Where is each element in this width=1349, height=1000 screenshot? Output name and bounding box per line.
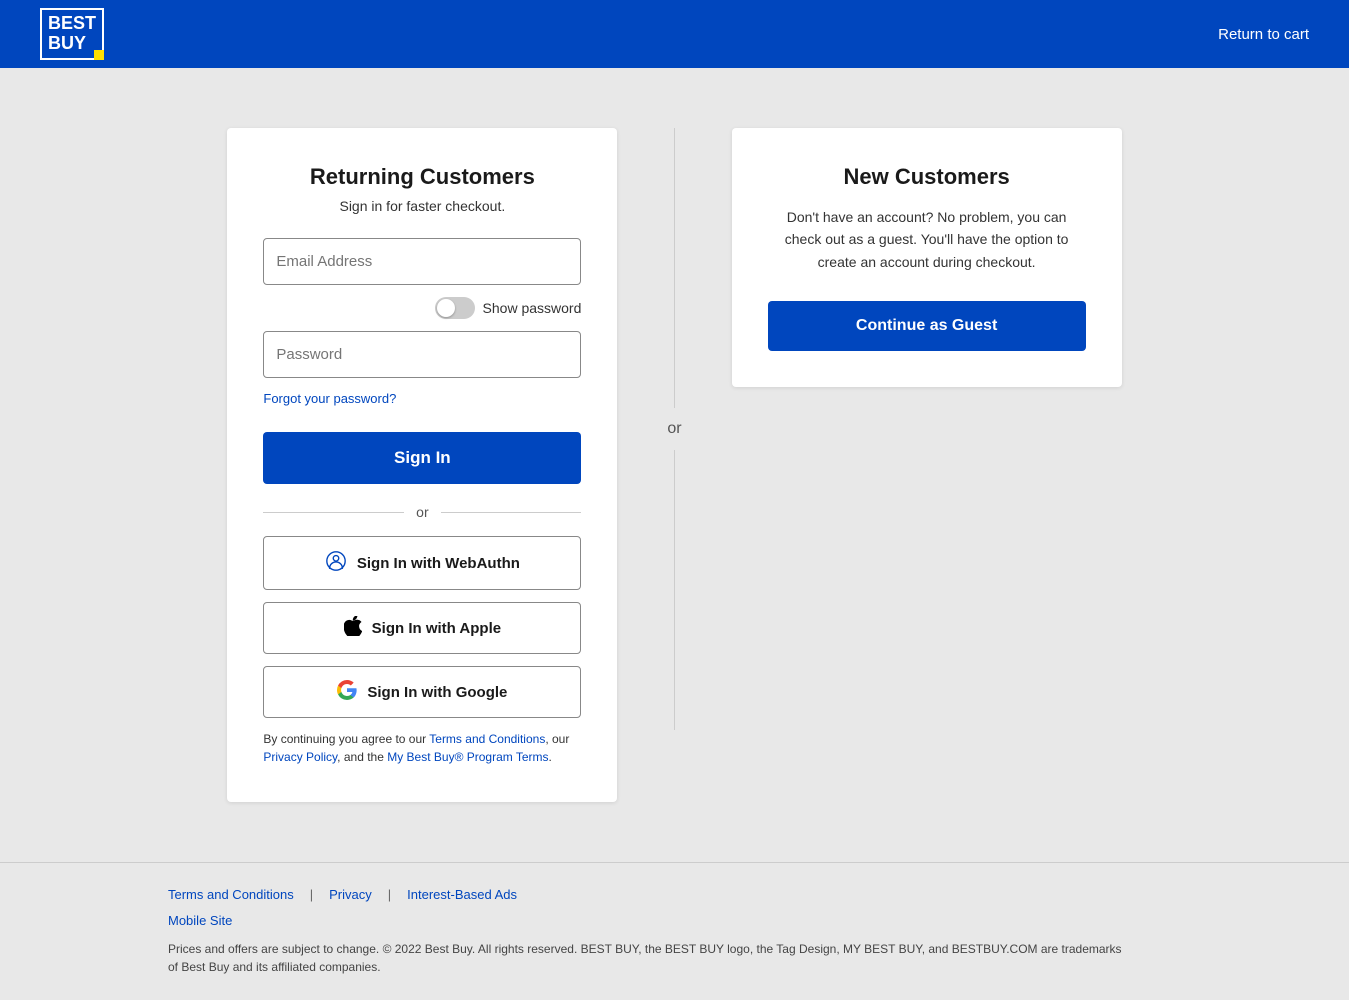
google-icon xyxy=(337,680,357,704)
footer-terms-link[interactable]: Terms and Conditions xyxy=(168,887,294,902)
footer-ads-link[interactable]: Interest-Based Ads xyxy=(407,887,517,902)
footer-links: Terms and Conditions | Privacy | Interes… xyxy=(168,887,1181,902)
footer-copyright: Prices and offers are subject to change.… xyxy=(168,940,1128,976)
continue-as-guest-button[interactable]: Continue as Guest xyxy=(768,301,1086,351)
apple-icon xyxy=(344,616,362,640)
password-input[interactable] xyxy=(263,331,581,378)
google-signin-label: Sign In with Google xyxy=(367,684,507,701)
apple-signin-label: Sign In with Apple xyxy=(372,620,501,637)
separator-column: or xyxy=(617,128,731,730)
privacy-policy-link[interactable]: Privacy Policy xyxy=(263,750,337,764)
show-password-label: Show password xyxy=(483,300,582,316)
returning-customers-subtitle: Sign in for faster checkout. xyxy=(263,198,581,214)
webauthn-button[interactable]: Sign In with WebAuthn xyxy=(263,536,581,590)
terms-conditions-link[interactable]: Terms and Conditions xyxy=(429,732,545,746)
new-customers-description: Don't have an account? No problem, you c… xyxy=(768,206,1086,273)
mybuy-terms-link[interactable]: My Best Buy® Program Terms xyxy=(387,750,548,764)
new-customers-card: New Customers Don't have an account? No … xyxy=(732,128,1122,387)
returning-customers-card: Returning Customers Sign in for faster c… xyxy=(227,128,617,802)
forgot-password-link[interactable]: Forgot your password? xyxy=(263,391,396,406)
separator-or-text: or xyxy=(667,408,681,450)
or-divider: or xyxy=(263,504,581,520)
or-text: or xyxy=(416,504,428,520)
new-customers-title: New Customers xyxy=(768,164,1086,190)
main-content: Returning Customers Sign in for faster c… xyxy=(75,68,1275,862)
footer-privacy-link[interactable]: Privacy xyxy=(329,887,372,902)
terms-text: By continuing you agree to our Terms and… xyxy=(263,730,581,766)
divider-left xyxy=(263,512,404,513)
webauthn-icon xyxy=(325,550,347,576)
divider-right xyxy=(441,512,582,513)
logo-text: BESTBUY xyxy=(48,13,96,53)
site-footer: Terms and Conditions | Privacy | Interes… xyxy=(0,862,1349,1000)
returning-customers-title: Returning Customers xyxy=(263,164,581,190)
return-to-cart-link[interactable]: Return to cart xyxy=(1218,26,1309,43)
email-input[interactable] xyxy=(263,238,581,285)
mobile-site-link[interactable]: Mobile Site xyxy=(168,913,232,928)
sign-in-button[interactable]: Sign In xyxy=(263,432,581,484)
separator-line-top xyxy=(674,128,675,408)
footer-divider-1: | xyxy=(310,887,313,902)
site-header: BESTBUY Return to cart xyxy=(0,0,1349,68)
footer-divider-2: | xyxy=(388,887,391,902)
bestbuy-logo: BESTBUY xyxy=(40,8,104,60)
apple-signin-button[interactable]: Sign In with Apple xyxy=(263,602,581,654)
logo: BESTBUY xyxy=(40,8,104,60)
separator-line-bottom xyxy=(674,450,675,730)
webauthn-label: Sign In with WebAuthn xyxy=(357,555,520,572)
show-password-toggle[interactable] xyxy=(435,297,475,319)
show-password-row: Show password xyxy=(263,297,581,319)
logo-tag xyxy=(94,50,104,60)
google-signin-button[interactable]: Sign In with Google xyxy=(263,666,581,718)
